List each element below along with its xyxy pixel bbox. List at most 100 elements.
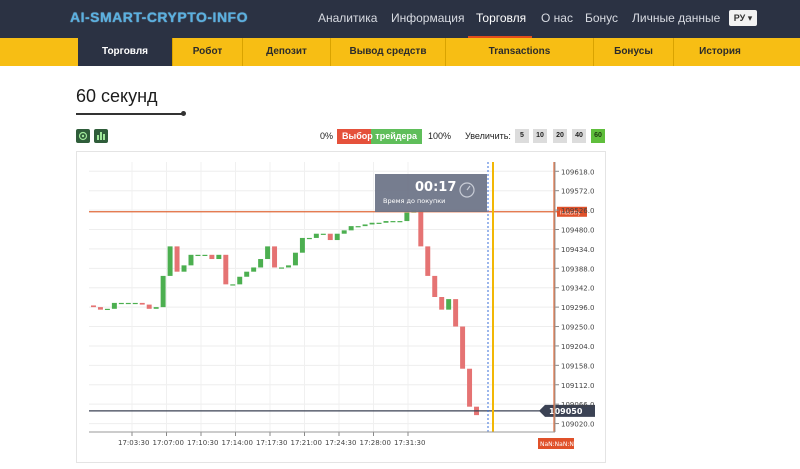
x-tick-label: 17:17:30 [256, 439, 287, 447]
sentiment-min-label: 0% [320, 131, 334, 141]
price-chart[interactable]: Industry 109050 NaN:NaN:NaN 00:17 Время до п… [76, 151, 606, 463]
candle [265, 246, 271, 260]
nav-analytics[interactable]: Аналитика [318, 0, 377, 38]
language-dropdown[interactable]: РУ ▾ [729, 10, 757, 26]
zoom-20-button[interactable]: 20 [553, 129, 567, 143]
tab-trading[interactable]: Торговля [78, 38, 173, 66]
candle [286, 265, 291, 268]
y-tick-label: 109526.0 [561, 207, 594, 215]
candle [230, 284, 236, 286]
candle [341, 230, 347, 234]
y-tick-label: 109434.0 [561, 246, 594, 254]
candle [209, 254, 215, 260]
nav-bonus[interactable]: Бонус [585, 0, 618, 38]
zoom-60-button[interactable]: 60 [591, 129, 605, 143]
tab-deposit[interactable]: Депозит [243, 38, 331, 66]
nav-trading[interactable]: Торговля [468, 0, 532, 38]
sentiment-max-label: 100% [428, 131, 452, 141]
candle [125, 302, 131, 305]
candle-chart-toggle-button[interactable] [94, 129, 108, 143]
candle [348, 226, 354, 231]
candle [432, 275, 438, 297]
trader-choice-bar: Выбор трейдера [337, 129, 422, 144]
candle [362, 224, 368, 227]
tab-transactions[interactable]: Transactions [446, 38, 594, 66]
candle [202, 254, 208, 257]
x-tick-label: 17:07:00 [153, 439, 184, 447]
candle [376, 222, 382, 224]
tab-bonuses[interactable]: Бонусы [594, 38, 674, 66]
x-tick-label: 17:03:30 [118, 439, 149, 447]
candle [467, 368, 473, 407]
x-tick-label: 17:24:30 [325, 439, 356, 447]
candle [97, 307, 103, 310]
candle [258, 259, 264, 268]
candle [460, 326, 466, 369]
candle [160, 275, 166, 308]
y-tick-label: 109158.0 [561, 362, 594, 370]
candle [418, 210, 424, 247]
tab-history[interactable]: История [674, 38, 766, 66]
candle [425, 246, 431, 276]
zoom-label: Увеличить: [465, 131, 511, 141]
zoom-5-button[interactable]: 5 [515, 129, 529, 143]
site-logo[interactable]: AI-SMART-CRYPTO-INFO [70, 9, 248, 25]
candle [174, 246, 180, 272]
candle [237, 276, 243, 285]
x-tick-label: 17:31:30 [394, 439, 425, 447]
x-tick-label: 17:28:00 [360, 439, 391, 447]
x-tick-label: 17:10:30 [187, 439, 218, 447]
candle [195, 254, 201, 257]
title-underline [76, 113, 184, 115]
candle [139, 302, 145, 305]
page-title: 60 секунд [76, 86, 158, 106]
candle [91, 305, 96, 308]
timer-time: 00:17 [415, 180, 456, 195]
candle [320, 233, 326, 235]
y-tick-label: 109204.0 [561, 343, 594, 351]
candle [104, 308, 110, 311]
y-tick-label: 109480.0 [561, 227, 594, 235]
candle [313, 233, 319, 238]
candle [279, 267, 284, 269]
circle-chart-icon [78, 131, 88, 141]
y-tick-label: 109572.0 [561, 188, 594, 196]
candle [251, 267, 257, 272]
candle [167, 246, 173, 276]
nav-about[interactable]: О нас [541, 0, 573, 38]
candle [306, 237, 312, 240]
y-tick-label: 109112.0 [561, 382, 594, 390]
title-underline-dot [181, 111, 186, 116]
candle [334, 233, 340, 241]
zoom-40-button[interactable]: 40 [572, 129, 586, 143]
candle [355, 226, 361, 228]
y-tick-label: 109388.0 [561, 265, 594, 273]
candle [446, 299, 452, 310]
candlestick-chart[interactable]: Industry109050NaN:NaN:NaN00:17Время до п… [77, 152, 607, 464]
candle [272, 246, 278, 268]
y-tick-label: 109618.0 [561, 168, 594, 176]
timer-label: Время до покупки [383, 197, 445, 205]
candle [132, 302, 138, 305]
line-chart-toggle-button[interactable] [76, 129, 90, 143]
candle [216, 254, 222, 260]
candle [404, 212, 410, 222]
candle [383, 221, 389, 223]
y-tick-label: 109296.0 [561, 304, 594, 312]
candle [439, 297, 445, 310]
tab-robot[interactable]: Робот [173, 38, 243, 66]
tab-withdraw[interactable]: Вывод средств [331, 38, 446, 66]
y-tick-label: 109066.0 [561, 401, 594, 409]
candle [223, 254, 229, 285]
candle [181, 265, 187, 272]
bar-chart-icon [97, 132, 105, 140]
candle [299, 237, 305, 253]
deadline-time-label: NaN:NaN:NaN [540, 441, 582, 448]
x-tick-label: 17:21:00 [291, 439, 322, 447]
candle [397, 221, 403, 223]
candle [244, 271, 250, 277]
nav-personal-data[interactable]: Личные данные [632, 0, 720, 38]
nav-information[interactable]: Информация [391, 0, 464, 38]
candle [453, 299, 459, 327]
zoom-10-button[interactable]: 10 [533, 129, 547, 143]
